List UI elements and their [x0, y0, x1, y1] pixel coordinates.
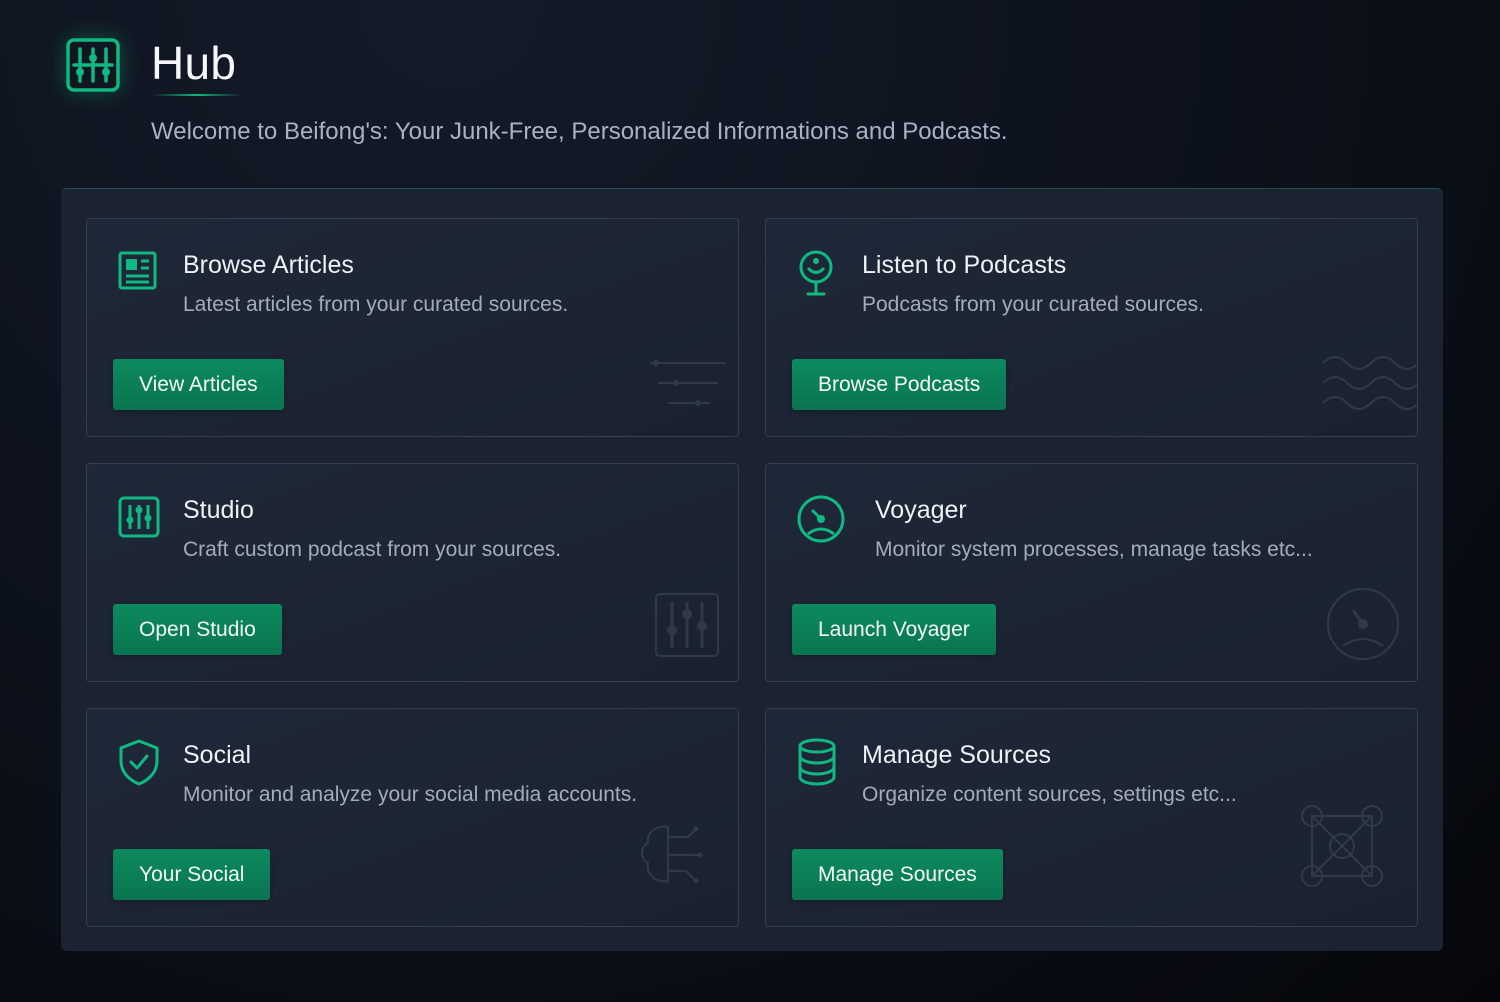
gauge-icon [1325, 586, 1401, 667]
hub-panel: Browse Articles Latest articles from you… [61, 188, 1443, 951]
card-title: Voyager [875, 496, 967, 524]
card-description: Craft custom podcast from your sources. [183, 538, 562, 561]
card-title: Manage Sources [862, 741, 1052, 769]
newspaper-icon [115, 247, 161, 297]
card-title: Social [183, 741, 252, 769]
brain-circuit-icon [638, 821, 704, 896]
card-title: Browse Articles [183, 251, 354, 279]
mixer-sliders-icon [115, 492, 161, 542]
database-icon [794, 737, 840, 787]
equalizer-icon [66, 38, 120, 92]
sliders-lines-icon [648, 355, 728, 420]
card-voyager: Voyager Monitor system processes, manage… [765, 463, 1418, 682]
network-nodes-icon [1299, 803, 1385, 894]
card-description: Monitor system processes, manage tasks e… [875, 538, 1313, 561]
card-listen-to-podcasts: Listen to Podcasts Podcasts from your cu… [765, 218, 1418, 437]
page-subtitle: Welcome to Beifong's: Your Junk-Free, Pe… [151, 118, 1008, 145]
page-header: Hub Welcome to Beifong's: Your Junk-Free… [66, 36, 1266, 156]
your-social-button[interactable]: Your Social [113, 849, 271, 900]
title-underline [152, 94, 242, 96]
open-studio-button[interactable]: Open Studio [113, 604, 282, 655]
gauge-icon [796, 494, 845, 544]
card-manage-sources: Manage Sources Organize content sources,… [765, 708, 1418, 927]
sound-waves-icon [1321, 351, 1417, 420]
card-social: Social Monitor and analyze your social m… [86, 708, 739, 927]
card-browse-articles: Browse Articles Latest articles from you… [86, 218, 739, 437]
card-title: Listen to Podcasts [862, 251, 1067, 279]
card-description: Latest articles from your curated source… [183, 293, 569, 316]
shield-check-icon [115, 737, 161, 787]
view-articles-button[interactable]: View Articles [113, 359, 284, 410]
manage-sources-button[interactable]: Manage Sources [792, 849, 1003, 900]
browse-podcasts-button[interactable]: Browse Podcasts [792, 359, 1007, 410]
mixer-sliders-icon [654, 592, 720, 663]
card-title: Studio [183, 496, 254, 524]
microphone-icon [794, 247, 840, 297]
card-description: Monitor and analyze your social media ac… [183, 783, 638, 806]
launch-voyager-button[interactable]: Launch Voyager [792, 604, 996, 655]
card-description: Podcasts from your curated sources. [862, 293, 1204, 316]
card-studio: Studio Craft custom podcast from your so… [86, 463, 739, 682]
card-description: Organize content sources, settings etc..… [862, 783, 1237, 806]
page-title: Hub [151, 37, 237, 89]
